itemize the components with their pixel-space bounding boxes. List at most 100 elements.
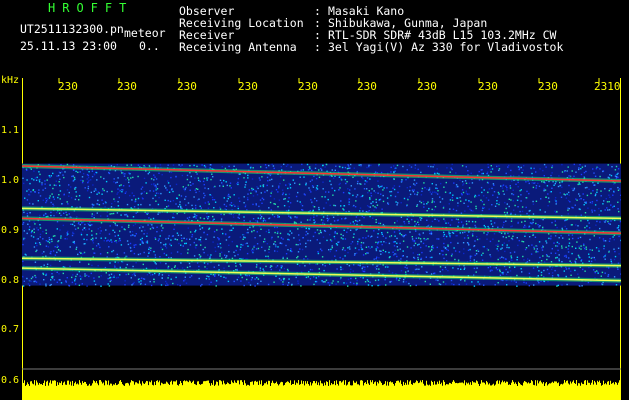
noise-dot xyxy=(557,284,559,287)
noise-dot xyxy=(314,221,316,223)
level-bar xyxy=(498,383,499,400)
noise-dot xyxy=(151,224,153,226)
level-bar xyxy=(233,383,234,400)
noise-dot xyxy=(275,189,278,191)
noise-dot xyxy=(335,165,337,167)
level-bar xyxy=(581,382,582,400)
y-tick-label: 1.0 xyxy=(1,175,20,186)
noise-dot xyxy=(497,245,499,248)
noise-dot xyxy=(556,210,558,213)
noise-dot xyxy=(617,186,619,189)
level-bar xyxy=(528,382,529,400)
noise-dot xyxy=(368,210,370,212)
noise-dot xyxy=(220,213,222,216)
level-bar xyxy=(264,383,265,400)
noise-dot xyxy=(117,276,119,279)
noise-dot xyxy=(343,282,345,284)
noise-dot xyxy=(277,216,279,218)
noise-dot xyxy=(45,245,48,247)
y-tick-label: 0.6 xyxy=(1,375,20,386)
level-bar xyxy=(469,384,470,400)
level-bar xyxy=(468,382,469,400)
noise-dot xyxy=(295,195,298,198)
noise-dot xyxy=(22,223,24,225)
noise-dot xyxy=(409,189,411,192)
level-bar xyxy=(434,381,435,400)
noise-dot xyxy=(233,204,235,206)
noise-dot xyxy=(568,245,570,247)
level-bar xyxy=(55,380,56,400)
noise-dot xyxy=(179,201,181,203)
noise-dot xyxy=(293,237,295,239)
noise-dot xyxy=(27,223,29,225)
noise-dot xyxy=(116,224,118,227)
noise-dot xyxy=(50,175,52,177)
noise-dot xyxy=(77,227,79,229)
noise-dot xyxy=(585,170,587,173)
noise-dot xyxy=(166,206,168,208)
noise-dot xyxy=(594,210,596,212)
noise-dot xyxy=(504,201,506,204)
level-bar xyxy=(199,384,200,400)
noise-dot xyxy=(398,229,400,232)
level-bar xyxy=(114,384,115,400)
noise-dot xyxy=(217,237,219,239)
noise-dot xyxy=(111,250,113,253)
level-bar xyxy=(399,382,400,400)
noise-dot xyxy=(339,187,341,189)
noise-dot xyxy=(201,164,203,166)
noise-dot xyxy=(522,241,525,243)
noise-dot xyxy=(497,191,500,194)
noise-dot xyxy=(223,197,225,199)
noise-dot xyxy=(583,199,585,201)
noise-dot xyxy=(554,224,557,226)
noise-dot xyxy=(373,230,375,232)
noise-dot xyxy=(70,186,72,188)
noise-dot xyxy=(222,185,224,187)
noise-dot xyxy=(239,263,241,265)
noise-dot xyxy=(516,259,518,261)
noise-dot xyxy=(72,180,74,182)
noise-dot xyxy=(539,256,541,259)
level-bar xyxy=(119,381,120,400)
noise-dot xyxy=(572,237,574,240)
noise-dot xyxy=(512,235,514,237)
noise-dot xyxy=(375,219,377,221)
noise-dot xyxy=(141,186,144,188)
level-bar xyxy=(582,383,583,400)
noise-dot xyxy=(163,244,165,246)
noise-dot xyxy=(121,172,123,174)
noise-dot xyxy=(602,203,604,205)
noise-dot xyxy=(312,235,315,238)
noise-dot xyxy=(510,220,513,222)
noise-dot xyxy=(398,279,400,281)
level-bar xyxy=(81,384,82,400)
noise-dot xyxy=(282,283,284,286)
noise-dot xyxy=(129,247,132,249)
noise-dot xyxy=(180,195,183,197)
noise-dot xyxy=(385,237,387,239)
noise-dot xyxy=(154,238,157,240)
level-bar xyxy=(217,381,218,400)
noise-dot xyxy=(237,181,239,184)
level-bar xyxy=(510,385,511,400)
noise-dot xyxy=(413,256,415,259)
noise-dot xyxy=(546,255,548,257)
noise-dot xyxy=(443,233,446,236)
level-bar xyxy=(24,380,25,400)
noise-dot xyxy=(117,188,119,190)
noise-dot xyxy=(528,226,530,228)
noise-dot xyxy=(122,173,125,175)
noise-dot xyxy=(520,268,522,270)
noise-dot xyxy=(99,232,101,234)
noise-dot xyxy=(161,248,164,251)
noise-dot xyxy=(45,213,47,215)
noise-dot xyxy=(354,247,357,249)
noise-dot xyxy=(524,235,526,237)
noise-dot xyxy=(195,238,197,240)
noise-dot xyxy=(288,197,290,199)
noise-dot xyxy=(124,214,126,216)
level-bar xyxy=(591,382,592,400)
noise-dot xyxy=(93,174,96,176)
noise-dot xyxy=(159,235,161,237)
